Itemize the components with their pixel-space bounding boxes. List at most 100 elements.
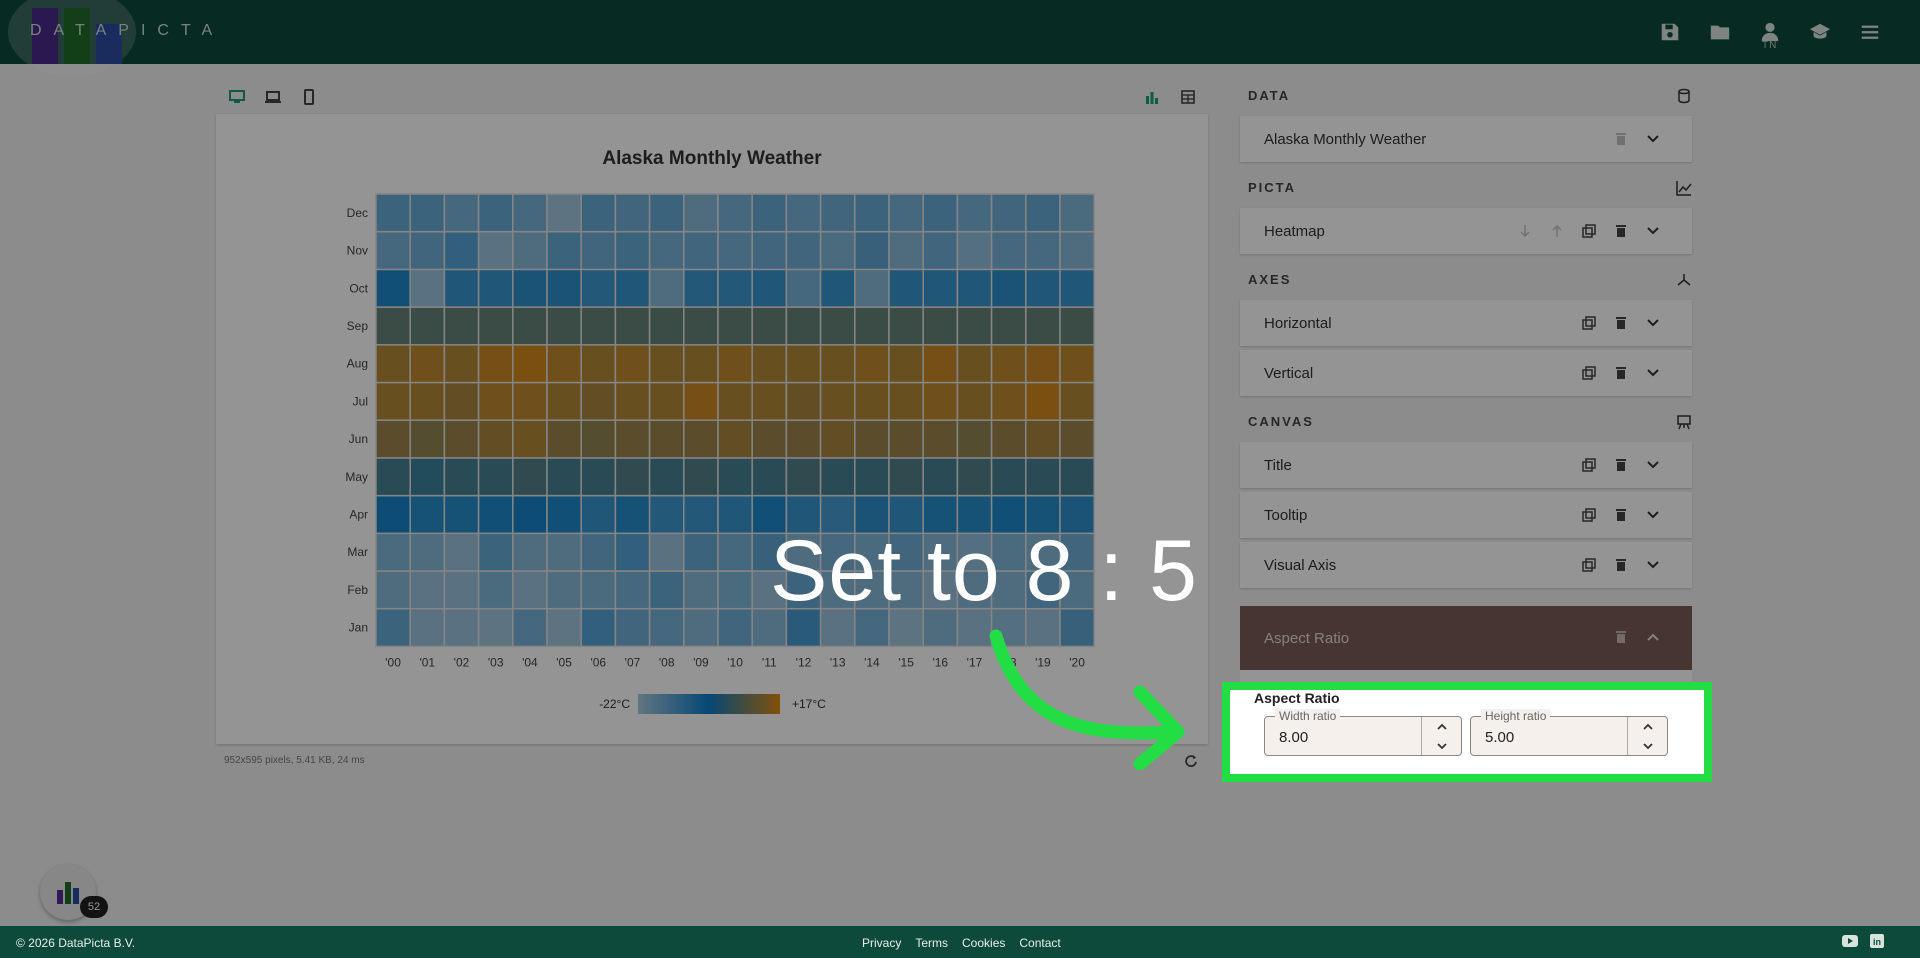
chevron-down-icon[interactable]: [1644, 556, 1662, 574]
contact-link[interactable]: Contact: [1019, 936, 1060, 950]
heatmap-cell: [956, 344, 993, 384]
duplicate-icon[interactable]: [1580, 222, 1598, 240]
phone-icon[interactable]: [300, 88, 318, 106]
chevron-down-icon[interactable]: [1644, 364, 1662, 382]
heatmap-cell: [956, 381, 993, 421]
delete-icon[interactable]: [1612, 628, 1630, 646]
heatmap-cell: [512, 230, 548, 271]
privacy-link[interactable]: Privacy: [862, 936, 901, 950]
delete-icon[interactable]: [1612, 556, 1630, 574]
data-section-header: DATA: [1248, 88, 1692, 108]
aspect-ratio-header-label: Aspect Ratio: [1264, 630, 1350, 647]
desktop-icon[interactable]: [228, 88, 246, 106]
delete-icon[interactable]: [1612, 506, 1630, 524]
duplicate-icon[interactable]: [1580, 456, 1598, 474]
user-icon[interactable]: TN: [1756, 18, 1784, 51]
heatmap-cell: [375, 193, 411, 233]
delete-icon[interactable]: [1612, 222, 1630, 240]
heatmap-cell: [409, 230, 446, 271]
cookies-link[interactable]: Cookies: [962, 936, 1005, 950]
heatmap-cell: [477, 607, 514, 648]
canvas-item-tooltip[interactable]: Tooltip: [1240, 492, 1692, 538]
heatmap-cell: [477, 570, 514, 610]
heatmap-cell: [443, 494, 480, 535]
heatmap-cell: [1059, 306, 1095, 346]
data-item[interactable]: Alaska Monthly Weather: [1240, 116, 1692, 162]
heatmap-cell: [854, 419, 890, 459]
x-tick-label: '16: [932, 655, 948, 669]
heatmap-cell: [546, 532, 582, 572]
heatmap-cell: [375, 268, 411, 308]
heatmap-cell: [1059, 268, 1095, 308]
menu-icon[interactable]: [1856, 18, 1884, 46]
canvas-item-title[interactable]: Title: [1240, 442, 1692, 488]
heatmap-cell: [648, 344, 685, 384]
chevron-down-icon[interactable]: [1644, 506, 1662, 524]
heatmap-cell: [819, 381, 856, 421]
heatmap-cell: [409, 494, 446, 535]
heatmap-cell: [477, 306, 514, 346]
heatmap-cell: [1025, 268, 1061, 308]
delete-icon[interactable]: [1612, 130, 1630, 148]
graduation-cap-icon[interactable]: [1806, 18, 1834, 46]
duplicate-icon[interactable]: [1580, 364, 1598, 382]
picta-item[interactable]: Heatmap: [1240, 208, 1692, 254]
heatmap-cell: [956, 457, 993, 497]
heatmap-cell: [819, 268, 856, 308]
heatmap-cell: [1059, 419, 1095, 459]
duplicate-icon[interactable]: [1580, 556, 1598, 574]
heatmap-cell: [648, 381, 685, 421]
heatmap-cell: [614, 344, 651, 384]
delete-icon[interactable]: [1612, 456, 1630, 474]
heatmap-cell: [717, 193, 753, 233]
move-up-icon[interactable]: [1548, 222, 1566, 240]
table-view-icon[interactable]: [1179, 88, 1197, 106]
chevron-up-icon[interactable]: [1644, 628, 1662, 646]
line-chart-icon: [1676, 181, 1692, 196]
datapicta-logo[interactable]: DATAPICTA: [8, 0, 212, 76]
save-icon[interactable]: [1656, 18, 1684, 46]
x-tick-label: '07: [625, 655, 641, 669]
heatmap-cell: [751, 268, 788, 308]
heatmap-cell: [477, 381, 514, 421]
heatmap-cell: [990, 230, 1027, 271]
linkedin-icon[interactable]: in: [1870, 934, 1884, 951]
chart-view-icon[interactable]: [1143, 88, 1161, 106]
x-tick-label: '14: [864, 655, 880, 669]
heatmap-cell: [580, 419, 617, 459]
heatmap-cell: [819, 419, 856, 459]
youtube-icon[interactable]: [1842, 934, 1858, 951]
chevron-down-icon[interactable]: [1644, 456, 1662, 474]
chevron-down-icon[interactable]: [1644, 314, 1662, 332]
open-folder-icon[interactable]: [1706, 18, 1734, 46]
heatmap-cell: [956, 193, 993, 233]
footer: © 2026 DataPicta B.V. Privacy Terms Cook…: [0, 926, 1920, 958]
heatmap-cell: [443, 457, 480, 497]
heatmap-cell: [443, 532, 480, 572]
heatmap-cell: [854, 306, 890, 346]
y-tick-label: Sep: [347, 319, 369, 333]
laptop-icon[interactable]: [264, 88, 282, 106]
heatmap-cell: [512, 419, 548, 459]
move-down-icon[interactable]: [1516, 222, 1534, 240]
y-tick-label: Feb: [347, 583, 368, 597]
heatmap-cell: [512, 494, 548, 535]
canvas-item-label: Tooltip: [1264, 506, 1308, 524]
axes-icon: [1677, 274, 1691, 286]
chevron-down-icon[interactable]: [1644, 222, 1662, 240]
duplicate-icon[interactable]: [1580, 314, 1598, 332]
duplicate-icon[interactable]: [1580, 506, 1598, 524]
aspect-ratio-header[interactable]: Aspect Ratio: [1240, 606, 1692, 670]
chevron-down-icon[interactable]: [1644, 130, 1662, 148]
heatmap-cell: [580, 193, 617, 233]
heatmap-cell: [648, 607, 685, 648]
picta-item-label: Heatmap: [1264, 222, 1325, 240]
y-tick-label: Aug: [347, 357, 368, 371]
axes-item-vertical[interactable]: Vertical: [1240, 350, 1692, 396]
delete-icon[interactable]: [1612, 364, 1630, 382]
axes-item-horizontal[interactable]: Horizontal: [1240, 300, 1692, 346]
terms-link[interactable]: Terms: [915, 936, 948, 950]
canvas-item-visual-axis[interactable]: Visual Axis: [1240, 542, 1692, 588]
delete-icon[interactable]: [1612, 314, 1630, 332]
heatmap-cell: [717, 607, 753, 648]
